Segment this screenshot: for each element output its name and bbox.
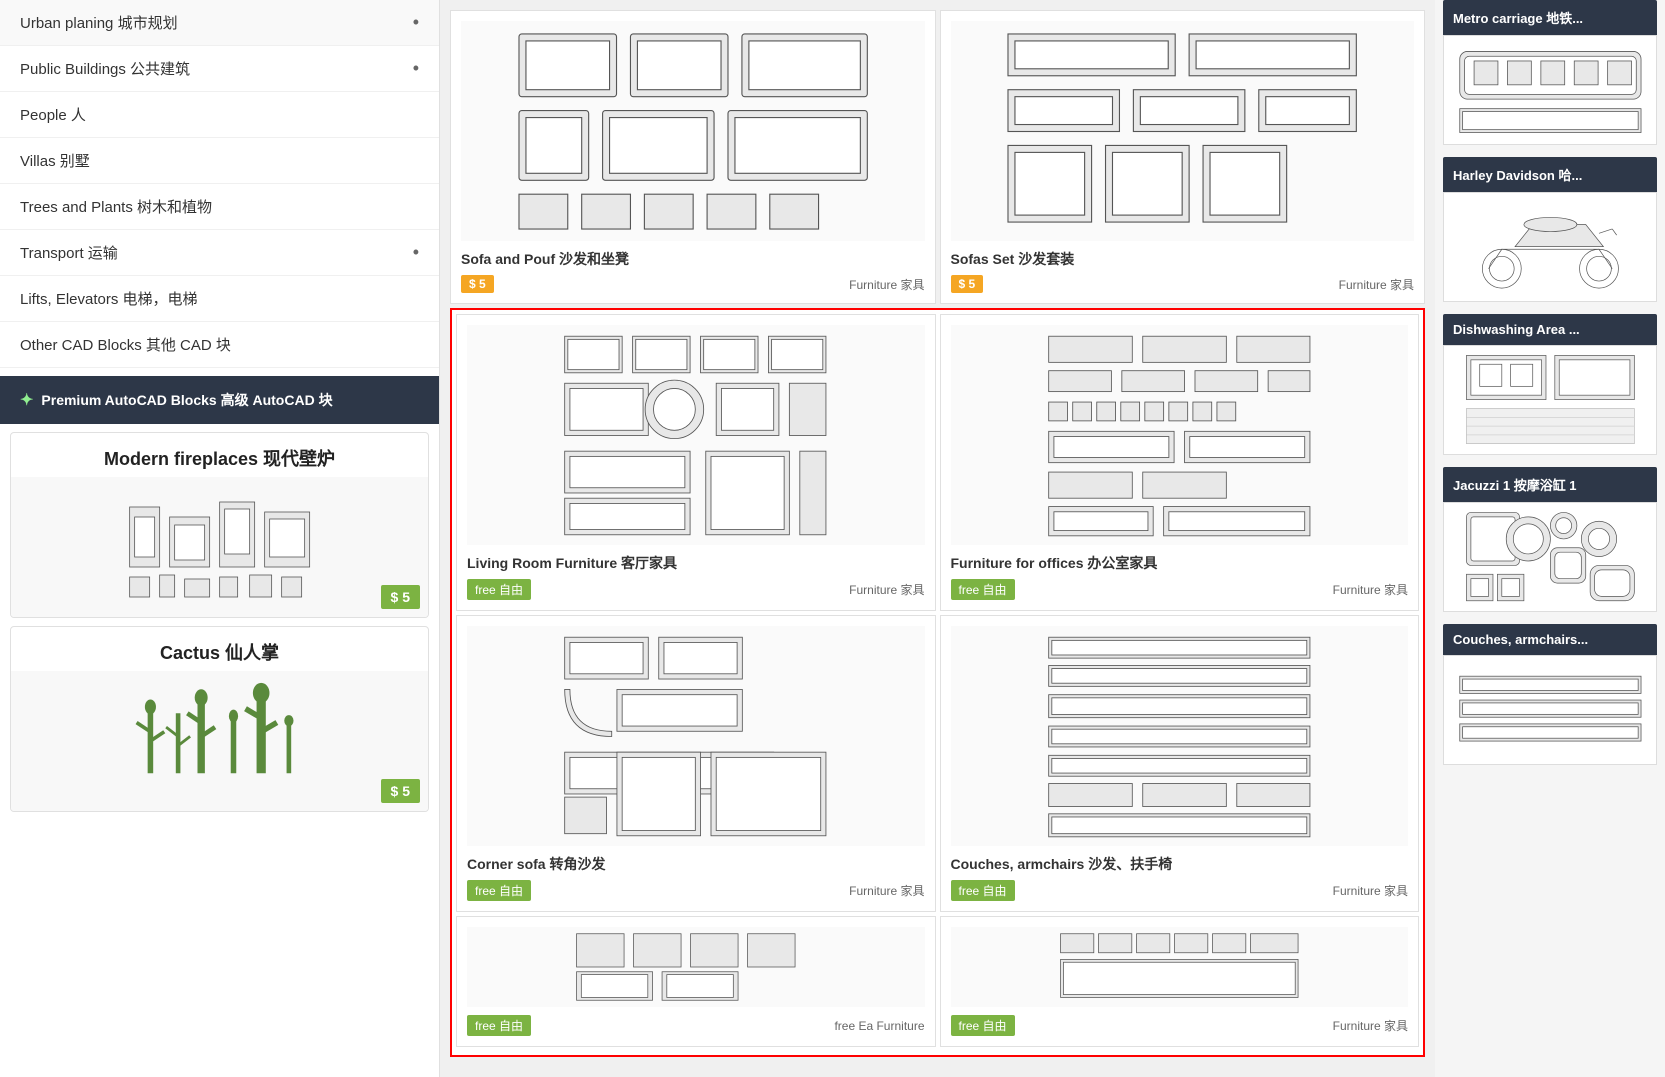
product-footer-living-room: free 自由 Furniture 家具 — [467, 579, 925, 600]
right-item-dishwashing[interactable]: Dishwashing Area ... — [1443, 314, 1657, 455]
sidebar-item-transport[interactable]: Transport 运输 • — [0, 230, 439, 276]
premium-box[interactable]: ✦ Premium AutoCAD Blocks 高级 AutoCAD 块 — [0, 376, 439, 424]
sidebar-nav: Urban planing 城市规划 • Public Buildings 公共… — [0, 0, 439, 368]
product-title-living-room: Living Room Furniture 客厅家具 — [467, 553, 925, 573]
right-item-image-couches — [1443, 655, 1657, 765]
right-item-title-couches: Couches, armchairs... — [1443, 624, 1657, 655]
product-image-bottom-right — [951, 927, 1409, 1007]
right-item-couches[interactable]: Couches, armchairs... — [1443, 624, 1657, 765]
free-tag-offices: free 自由 — [951, 579, 1015, 600]
product-title-corner-sofa: Corner sofa 转角沙发 — [467, 854, 925, 874]
category-sofas-set: Furniture 家具 — [1339, 276, 1414, 293]
right-item-title-jacuzzi: Jacuzzi 1 按摩浴缸 1 — [1443, 467, 1657, 502]
price-badge-cactus: $ 5 — [381, 779, 420, 803]
product-title-sofa-pouf: Sofa and Pouf 沙发和坐凳 — [461, 249, 925, 269]
product-card-sofas-set[interactable]: Sofas Set 沙发套装 $ 5 Furniture 家具 — [940, 10, 1426, 304]
right-item-title-dishwashing: Dishwashing Area ... — [1443, 314, 1657, 345]
product-image-sofas-set — [951, 21, 1415, 241]
product-image-couches — [951, 626, 1409, 846]
sidebar-item-urban[interactable]: Urban planing 城市规划 • — [0, 0, 439, 46]
promo-card-cactus[interactable]: Cactus 仙人掌 — [10, 626, 429, 812]
product-footer-free-ea: free 自由 free Ea Furniture — [467, 1015, 925, 1036]
product-card-couches[interactable]: Couches, armchairs 沙发、扶手椅 free 自由 Furnit… — [940, 615, 1420, 912]
category-living-room: Furniture 家具 — [849, 581, 924, 598]
right-item-harley[interactable]: Harley Davidson 哈... — [1443, 157, 1657, 302]
promo-fireplaces-image: $ 5 — [11, 477, 428, 617]
sidebar-item-people[interactable]: People 人 — [0, 92, 439, 138]
right-item-image-metro — [1443, 35, 1657, 145]
free-tag-free-ea: free 自由 — [467, 1015, 531, 1036]
free-tag-corner-sofa: free 自由 — [467, 880, 531, 901]
product-footer-bottom-right: free 自由 Furniture 家具 — [951, 1015, 1409, 1036]
product-title-sofas-set: Sofas Set 沙发套装 — [951, 249, 1415, 269]
free-tag-bottom-right: free 自由 — [951, 1015, 1015, 1036]
product-footer-couches: free 自由 Furniture 家具 — [951, 880, 1409, 901]
product-image-corner-sofa — [467, 626, 925, 846]
dot-icon: • — [413, 58, 419, 79]
sidebar-item-lifts[interactable]: Lifts, Elevators 电梯，电梯 — [0, 276, 439, 322]
product-footer-sofas-set: $ 5 Furniture 家具 — [951, 275, 1415, 293]
promo-card-fireplaces[interactable]: Modern fireplaces 现代壁炉 $ 5 — [10, 432, 429, 618]
product-grid: Living Room Furniture 客厅家具 free 自由 Furni… — [456, 314, 1419, 912]
product-title-couches: Couches, armchairs 沙发、扶手椅 — [951, 854, 1409, 874]
category-corner-sofa: Furniture 家具 — [849, 882, 924, 899]
selection-box: Living Room Furniture 客厅家具 free 自由 Furni… — [450, 308, 1425, 1057]
top-row: Sofa and Pouf 沙发和坐凳 $ 5 Furniture 家具 — [450, 10, 1425, 304]
product-card-free-ea[interactable]: free 自由 free Ea Furniture — [456, 916, 936, 1047]
price-badge-fireplaces: $ 5 — [381, 585, 420, 609]
promo-cactus-image: $ 5 — [11, 671, 428, 811]
price-tag-sofas-set: $ 5 — [951, 275, 984, 293]
category-bottom-right: Furniture 家具 — [1333, 1017, 1408, 1034]
free-tag-living-room: free 自由 — [467, 579, 531, 600]
sidebar-item-other[interactable]: Other CAD Blocks 其他 CAD 块 — [0, 322, 439, 368]
product-image-living-room — [467, 325, 925, 545]
product-footer-sofa-pouf: $ 5 Furniture 家具 — [461, 275, 925, 293]
product-footer-offices: free 自由 Furniture 家具 — [951, 579, 1409, 600]
right-item-image-jacuzzi — [1443, 502, 1657, 612]
right-item-title-metro: Metro carriage 地铁... — [1443, 0, 1657, 35]
product-footer-corner-sofa: free 自由 Furniture 家具 — [467, 880, 925, 901]
category-free-ea: free Ea Furniture — [834, 1019, 924, 1033]
free-tag-couches: free 自由 — [951, 880, 1015, 901]
product-card-offices[interactable]: Furniture for offices 办公室家具 free 自由 Furn… — [940, 314, 1420, 611]
right-item-metro[interactable]: Metro carriage 地铁... — [1443, 0, 1657, 145]
right-item-image-harley — [1443, 192, 1657, 302]
category-couches: Furniture 家具 — [1333, 882, 1408, 899]
dot-icon: • — [413, 12, 419, 33]
product-card-living-room[interactable]: Living Room Furniture 客厅家具 free 自由 Furni… — [456, 314, 936, 611]
left-sidebar: Urban planing 城市规划 • Public Buildings 公共… — [0, 0, 440, 1077]
product-image-offices — [951, 325, 1409, 545]
sidebar-item-villas[interactable]: Villas 别墅 — [0, 138, 439, 184]
product-image-sofa-pouf — [461, 21, 925, 241]
right-item-image-dishwashing — [1443, 345, 1657, 455]
category-offices: Furniture 家具 — [1333, 581, 1408, 598]
right-item-title-harley: Harley Davidson 哈... — [1443, 157, 1657, 192]
sidebar-item-public[interactable]: Public Buildings 公共建筑 • — [0, 46, 439, 92]
star-icon: ✦ — [20, 390, 33, 410]
sidebar-item-trees[interactable]: Trees and Plants 树木和植物 — [0, 184, 439, 230]
right-item-jacuzzi[interactable]: Jacuzzi 1 按摩浴缸 1 — [1443, 467, 1657, 612]
right-sidebar: Metro carriage 地铁... Harley Davidson 哈..… — [1435, 0, 1665, 1077]
bottom-partial-row: free 自由 free Ea Furniture — [456, 916, 1419, 1047]
category-sofa-pouf: Furniture 家具 — [849, 276, 924, 293]
product-card-bottom-right[interactable]: free 自由 Furniture 家具 — [940, 916, 1420, 1047]
product-card-sofa-pouf[interactable]: Sofa and Pouf 沙发和坐凳 $ 5 Furniture 家具 — [450, 10, 936, 304]
product-title-offices: Furniture for offices 办公室家具 — [951, 553, 1409, 573]
product-image-free-ea — [467, 927, 925, 1007]
main-content: Sofa and Pouf 沙发和坐凳 $ 5 Furniture 家具 — [440, 0, 1435, 1077]
dot-icon: • — [413, 242, 419, 263]
price-tag-sofa-pouf: $ 5 — [461, 275, 494, 293]
product-card-corner-sofa[interactable]: Corner sofa 转角沙发 free 自由 Furniture 家具 — [456, 615, 936, 912]
